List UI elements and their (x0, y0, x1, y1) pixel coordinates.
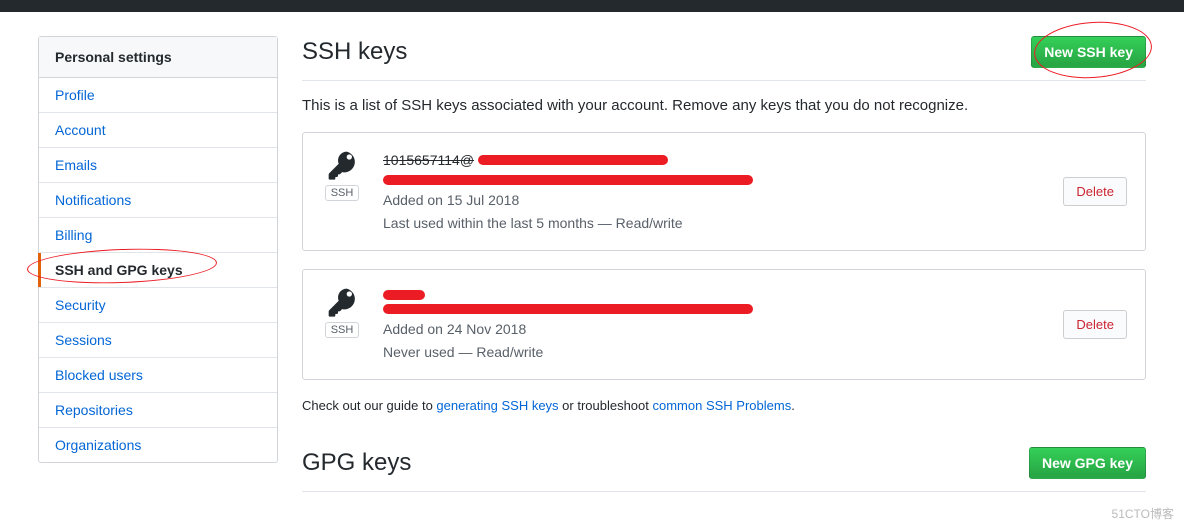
guide-middle: or troubleshoot (559, 398, 653, 413)
redacted-text (383, 175, 753, 185)
sidebar-item-ssh-gpg-keys[interactable]: SSH and GPG keys (39, 253, 277, 288)
sidebar-item-sessions[interactable]: Sessions (39, 323, 277, 358)
page-container: Personal settings Profile Account Emails… (22, 12, 1162, 492)
sidebar-item-label: Profile (55, 87, 95, 103)
new-gpg-key-button[interactable]: New GPG key (1029, 447, 1146, 479)
key-last-used: Never used — Read/write (383, 341, 1043, 363)
key-last-used: Last used within the last 5 months — Rea… (383, 212, 1043, 234)
key-visual: SSH (321, 286, 363, 338)
key-type-badge: SSH (325, 185, 360, 201)
global-topbar (0, 0, 1184, 12)
sidebar-item-notifications[interactable]: Notifications (39, 183, 277, 218)
new-ssh-key-button[interactable]: New SSH key (1031, 36, 1146, 68)
generating-ssh-keys-link[interactable]: generating SSH keys (436, 398, 558, 413)
sidebar-item-repositories[interactable]: Repositories (39, 393, 277, 428)
ssh-description: This is a list of SSH keys associated wi… (302, 97, 1146, 114)
sidebar-item-billing[interactable]: Billing (39, 218, 277, 253)
key-visual: SSH (321, 149, 363, 201)
key-icon (326, 286, 358, 318)
redacted-text (383, 290, 425, 300)
sidebar-header: Personal settings (39, 37, 277, 78)
sidebar-item-account[interactable]: Account (39, 113, 277, 148)
settings-sidebar: Personal settings Profile Account Emails… (38, 36, 278, 463)
gpg-section-header: GPG keys New GPG key (302, 447, 1146, 492)
key-details: Added on 24 Nov 2018 Never used — Read/w… (383, 286, 1043, 363)
guide-prefix: Check out our guide to (302, 398, 436, 413)
key-added-date: Added on 15 Jul 2018 (383, 189, 1043, 211)
guide-suffix: . (791, 398, 795, 413)
sidebar-item-label: Account (55, 122, 106, 138)
sidebar-item-profile[interactable]: Profile (39, 78, 277, 113)
sidebar-item-blocked-users[interactable]: Blocked users (39, 358, 277, 393)
key-type-badge: SSH (325, 322, 360, 338)
sidebar-item-organizations[interactable]: Organizations (39, 428, 277, 462)
ssh-section-header: SSH keys New SSH key (302, 36, 1146, 81)
sidebar-item-label: Repositories (55, 402, 133, 418)
sidebar-item-emails[interactable]: Emails (39, 148, 277, 183)
redacted-text (478, 155, 668, 165)
ssh-section-title: SSH keys (302, 38, 407, 66)
watermark: 51CTO博客 (1112, 505, 1174, 522)
main-content: SSH keys New SSH key This is a list of S… (302, 36, 1146, 492)
sidebar-item-label: Organizations (55, 437, 141, 453)
sidebar-item-label: Billing (55, 227, 92, 243)
redacted-text (383, 304, 753, 314)
common-ssh-problems-link[interactable]: common SSH Problems (653, 398, 792, 413)
ssh-key-item: SSH 1015657114@ Added on 15 Jul 2018 Las… (302, 132, 1146, 251)
sidebar-item-label: Security (55, 297, 106, 313)
sidebar-item-label: Notifications (55, 192, 131, 208)
gpg-section-title: GPG keys (302, 449, 411, 477)
key-details: 1015657114@ Added on 15 Jul 2018 Last us… (383, 149, 1043, 234)
delete-ssh-key-button[interactable]: Delete (1063, 310, 1127, 339)
sidebar-item-label: SSH and GPG keys (55, 262, 183, 278)
delete-ssh-key-button[interactable]: Delete (1063, 177, 1127, 206)
sidebar-item-label: Sessions (55, 332, 112, 348)
key-added-date: Added on 24 Nov 2018 (383, 318, 1043, 340)
ssh-key-item: SSH Added on 24 Nov 2018 Never used — Re… (302, 269, 1146, 380)
sidebar-item-label: Blocked users (55, 367, 143, 383)
ssh-guide-text: Check out our guide to generating SSH ke… (302, 398, 1146, 413)
sidebar-item-security[interactable]: Security (39, 288, 277, 323)
key-icon (326, 149, 358, 181)
sidebar-item-label: Emails (55, 157, 97, 173)
